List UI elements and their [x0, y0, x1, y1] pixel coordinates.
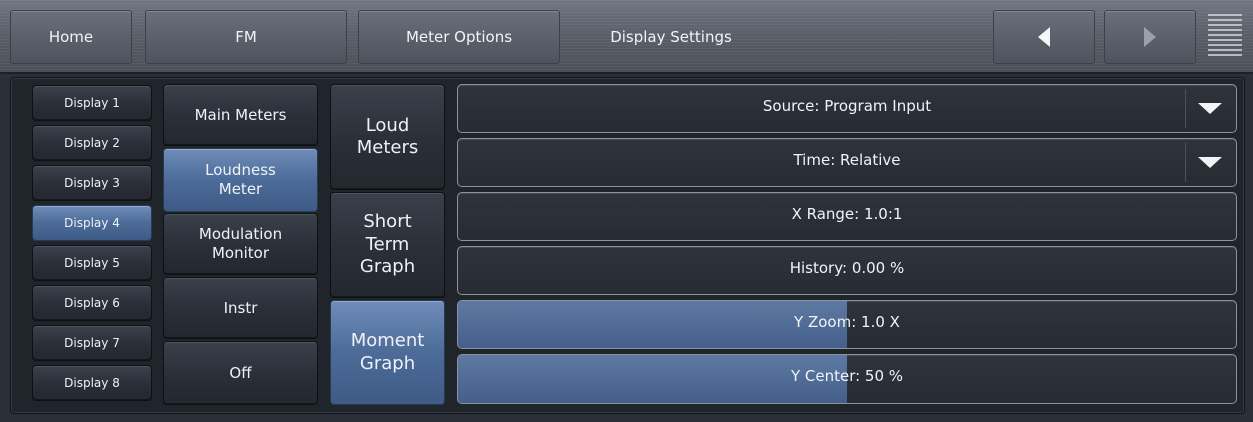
home-button[interactable]: Home — [10, 10, 132, 64]
time-dropdown[interactable]: Time: Relative — [457, 138, 1237, 187]
fm-button[interactable]: FM — [145, 10, 347, 64]
y-center-slider[interactable]: Y Center: 50 % — [457, 354, 1237, 404]
dropdown-divider — [1185, 143, 1186, 182]
history-slider[interactable]: History: 0.00 % — [457, 246, 1237, 295]
y-center-label: Y Center: 50 % — [790, 367, 904, 385]
x-range-slider[interactable]: X Range: 1.0:1 — [457, 192, 1237, 241]
y-zoom-label: Y Zoom: 1.0 X — [794, 312, 900, 331]
y-zoom-slider[interactable]: Y Zoom: 1.0 X — [457, 300, 1237, 349]
triangle-left-icon — [1038, 27, 1050, 47]
display-8-button[interactable]: Display 8 — [32, 365, 152, 401]
display-1-button[interactable]: Display 1 — [32, 85, 152, 121]
forward-button[interactable] — [1104, 10, 1196, 64]
top-nav-bar: Home FM Meter Options Display Settings — [0, 0, 1253, 74]
display-7-button[interactable]: Display 7 — [32, 325, 152, 361]
display-settings-title: Display Settings — [610, 28, 732, 46]
display-4-button[interactable]: Display 4 — [32, 205, 152, 241]
loudness-meter-button[interactable]: Loudness Meter — [163, 148, 318, 212]
chevron-down-icon — [1198, 157, 1222, 168]
off-button[interactable]: Off — [163, 341, 318, 405]
display-3-button[interactable]: Display 3 — [32, 165, 152, 201]
moment-graph-button[interactable]: Moment Graph — [330, 300, 445, 405]
meter-options-button[interactable]: Meter Options — [358, 10, 560, 64]
hamburger-menu-icon[interactable] — [1208, 14, 1242, 58]
time-label: Time: Relative — [793, 150, 901, 169]
display-5-button[interactable]: Display 5 — [32, 245, 152, 281]
source-label: Source: Program Input — [762, 96, 932, 115]
back-button[interactable] — [993, 10, 1095, 64]
chevron-down-icon — [1198, 103, 1222, 114]
instr-button[interactable]: Instr — [163, 277, 318, 339]
dropdown-divider — [1185, 89, 1186, 128]
modulation-monitor-button[interactable]: Modulation Monitor — [163, 213, 318, 275]
short-term-graph-button[interactable]: Short Term Graph — [330, 192, 445, 298]
x-range-label: X Range: 1.0:1 — [791, 204, 903, 223]
history-label: History: 0.00 % — [789, 258, 905, 277]
main-meters-button[interactable]: Main Meters — [163, 84, 318, 146]
display-6-button[interactable]: Display 6 — [32, 285, 152, 321]
loud-meters-button[interactable]: Loud Meters — [330, 84, 445, 190]
display-2-button[interactable]: Display 2 — [32, 125, 152, 161]
triangle-right-icon — [1144, 27, 1156, 47]
source-dropdown[interactable]: Source: Program Input — [457, 84, 1237, 133]
